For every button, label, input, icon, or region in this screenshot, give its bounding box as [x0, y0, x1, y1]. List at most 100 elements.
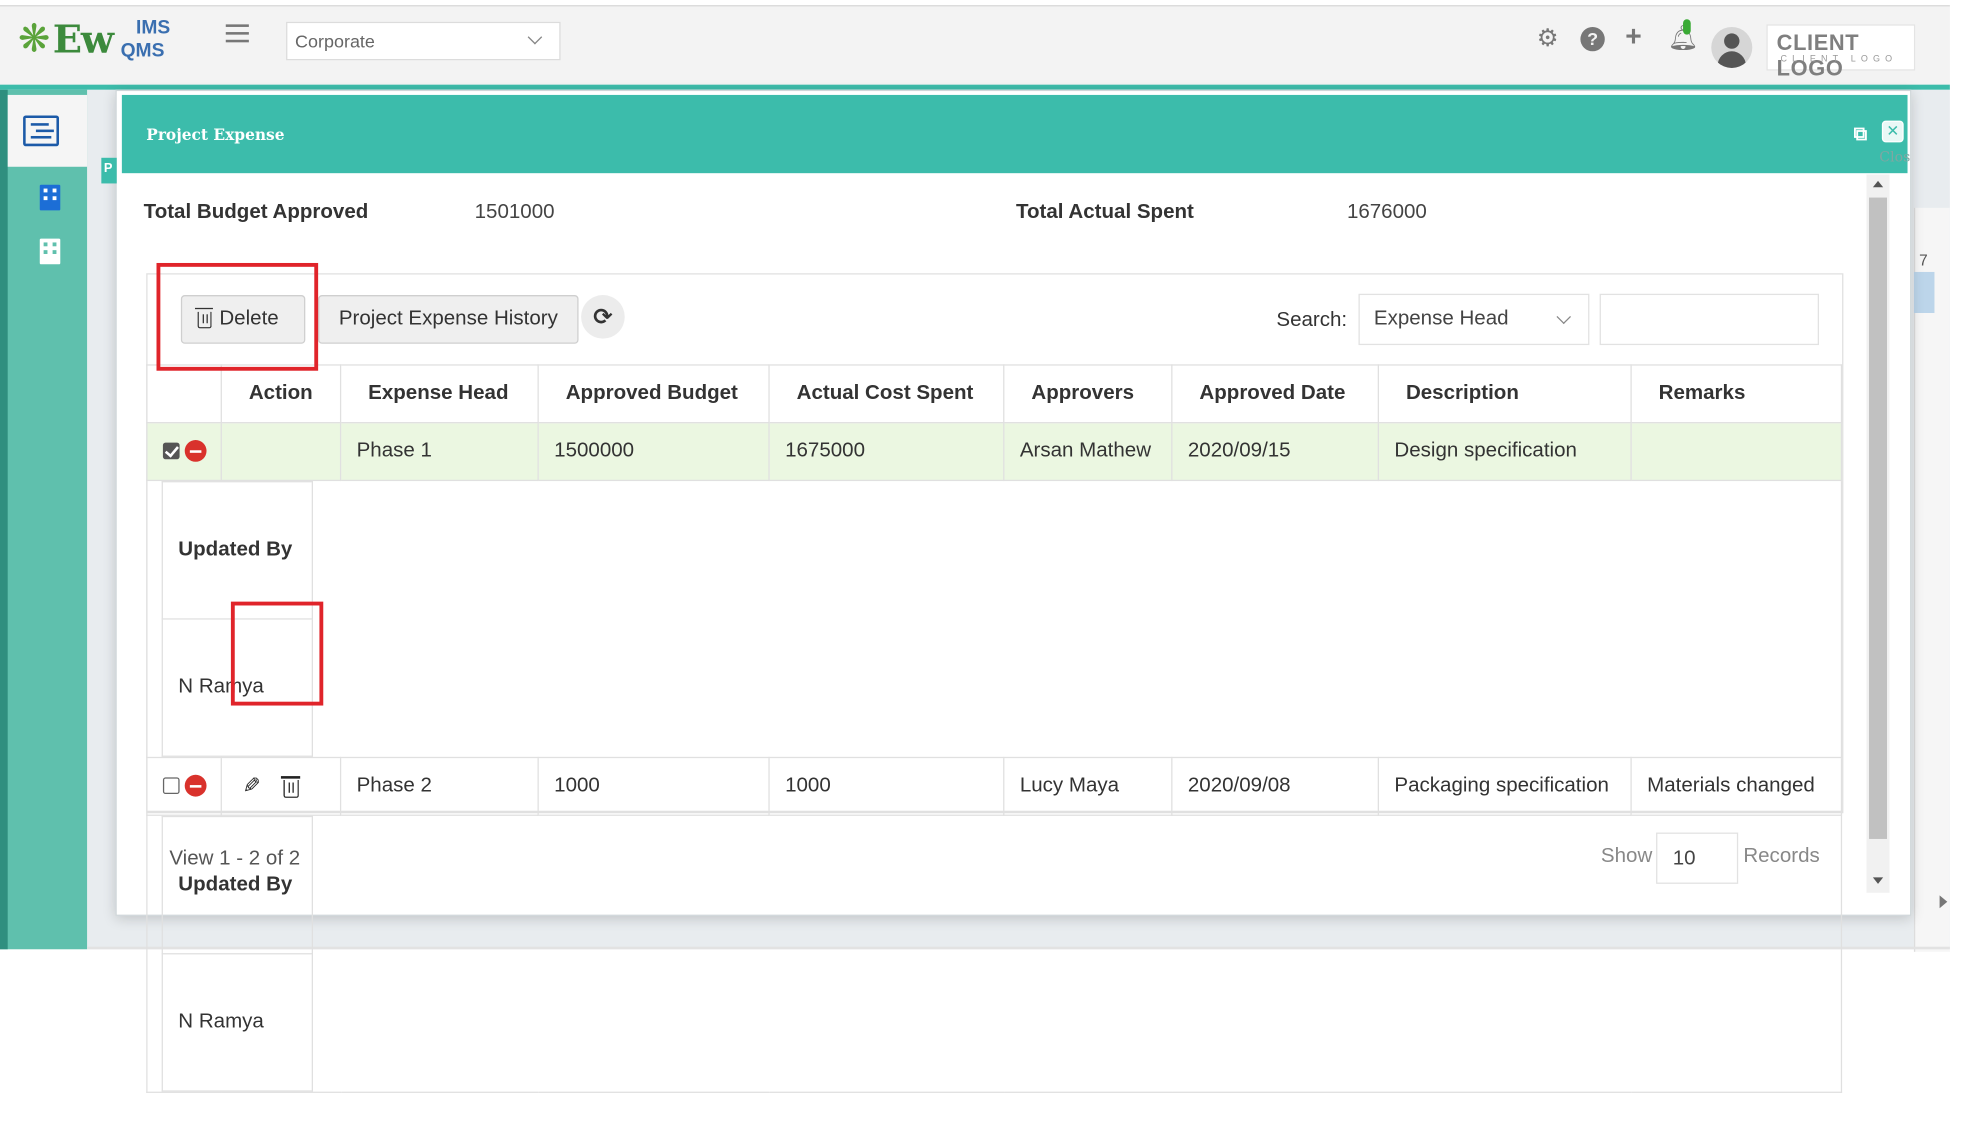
row-detail: Updated By N Ramya — [146, 479, 1843, 759]
scrollbar-thumb[interactable] — [1869, 197, 1887, 839]
office-icon[interactable] — [39, 238, 61, 265]
column-header[interactable]: Actual Cost Spent — [768, 364, 1005, 424]
cell-approved-budget: 1500000 — [537, 422, 770, 482]
expense-table: Action Expense Head Approved Budget Actu… — [146, 364, 1843, 1093]
background-panel — [1913, 207, 1950, 952]
avatar-body — [1717, 51, 1746, 68]
close-label: Clos — [1879, 148, 1911, 166]
cell-approved-date: 2020/09/08 — [1171, 756, 1380, 816]
modal-header: Project Expense ⧉ ✕ — [121, 94, 1908, 174]
logo-burst-icon: ❋ — [17, 17, 51, 61]
logo-qms-text: QMS — [120, 39, 165, 62]
table-header-row: Action Expense Head Approved Budget Actu… — [146, 364, 1843, 424]
column-header[interactable]: Remarks — [1630, 364, 1843, 424]
sidebar-edge — [0, 89, 8, 950]
highlight-box — [230, 601, 324, 706]
table-row[interactable]: Phase 1 1500000 1675000 Arsan Mathew 202… — [146, 422, 1843, 482]
spent-label: Total Actual Spent — [1015, 201, 1194, 224]
avatar[interactable] — [1711, 26, 1753, 68]
app-window: ❋ Ew IMS QMS Corporate ⚙ ? + 🔔︎ CLIENT L… — [0, 0, 1982, 1129]
scroll-right-icon[interactable] — [1939, 895, 1948, 909]
grid-footer-divider — [146, 812, 1844, 814]
cell-approved-budget: 1000 — [537, 756, 770, 816]
table-row[interactable]: ✎ Phase 2 1000 1000 Lucy Maya 2020/09/08… — [146, 756, 1843, 816]
highlight-box — [156, 262, 319, 371]
collapse-row-icon[interactable] — [184, 440, 207, 463]
row-select-cell — [146, 422, 222, 482]
modal-title: Project Expense — [146, 125, 285, 144]
cell-remarks: Materials changed — [1630, 756, 1843, 816]
cell-description: Packaging specification — [1377, 756, 1632, 816]
notification-dot — [1683, 19, 1691, 35]
updated-by-value: N Ramya — [161, 953, 314, 1092]
chevron-down-icon — [1556, 309, 1571, 325]
cell-remarks — [1630, 422, 1843, 482]
help-icon[interactable]: ? — [1580, 26, 1605, 52]
background-tab: P — [101, 157, 117, 184]
plus-icon[interactable]: + — [1625, 22, 1641, 51]
budget-label: Total Budget Approved — [143, 201, 369, 224]
modal-scrollbar[interactable] — [1866, 174, 1890, 893]
page-size-label: Show — [1600, 845, 1653, 868]
row-checkbox[interactable] — [162, 442, 180, 460]
client-logo: CLIENT LOGO CLIENT LOGO — [1766, 24, 1916, 81]
building-icon[interactable] — [39, 184, 61, 211]
list-icon[interactable] — [23, 115, 60, 147]
project-expense-modal: P Project Expense ⧉ ✕ Clos Total Budget … — [101, 89, 1912, 1093]
updated-by-header: Updated By — [161, 481, 314, 620]
spent-value: 1676000 — [1346, 201, 1427, 224]
row-detail-cell: Updated By N Ramya — [146, 479, 1843, 759]
left-sidebar — [0, 89, 88, 950]
cell-approvers: Arsan Mathew — [1003, 422, 1173, 482]
row-action-cell: ✎ — [220, 756, 342, 816]
menu-toggle-icon[interactable] — [225, 24, 249, 43]
search-field-value: Expense Head — [1373, 307, 1509, 330]
column-header[interactable]: Approved Date — [1171, 364, 1380, 424]
gear-icon[interactable]: ⚙ — [1537, 27, 1559, 51]
scroll-up-icon[interactable] — [1872, 180, 1884, 188]
column-header[interactable]: Expense Head — [339, 364, 539, 424]
client-logo-subtext: CLIENT LOGO — [1780, 55, 1898, 65]
row-detail-cell: Updated By N Ramya — [146, 814, 1843, 1093]
scroll-down-icon[interactable] — [1872, 877, 1884, 884]
refresh-icon[interactable]: ⟳ — [581, 295, 625, 339]
updated-by-header: Updated By — [161, 815, 314, 955]
pager-status: View 1 - 2 of 2 — [169, 847, 301, 870]
cell-expense-head: Phase 1 — [339, 422, 539, 482]
cell-description: Design specification — [1377, 422, 1632, 482]
logo-ims-text: IMS — [135, 16, 171, 39]
app-logo[interactable]: ❋ Ew IMS QMS — [17, 14, 170, 65]
history-button[interactable]: Project Expense History — [318, 295, 579, 344]
select-column-header — [146, 364, 222, 424]
cell-approved-date: 2020/09/15 — [1171, 422, 1380, 482]
column-header[interactable]: Action — [220, 364, 342, 424]
collapse-row-icon[interactable] — [184, 775, 207, 797]
cell-expense-head: Phase 2 — [339, 756, 539, 816]
close-icon[interactable]: ✕ — [1881, 120, 1904, 143]
popout-icon[interactable]: ⧉ — [1854, 123, 1868, 145]
cell-actual-cost: 1675000 — [768, 422, 1005, 482]
column-header[interactable]: Approved Budget — [537, 364, 770, 424]
row-action-cell — [220, 422, 342, 482]
row-detail: Updated By N Ramya — [146, 814, 1843, 1093]
search-input[interactable] — [1599, 293, 1820, 346]
top-header: ❋ Ew IMS QMS Corporate ⚙ ? + 🔔︎ CLIENT L… — [0, 5, 1950, 85]
background-number: 7 — [1919, 251, 1928, 270]
column-header[interactable]: Description — [1377, 364, 1632, 424]
cell-actual-cost: 1000 — [768, 756, 1005, 816]
delete-row-icon[interactable] — [281, 776, 301, 798]
logo-text: Ew — [52, 17, 114, 63]
edit-icon[interactable]: ✎ — [242, 774, 260, 800]
row-select-cell — [146, 756, 222, 816]
column-header[interactable]: Approvers — [1003, 364, 1173, 424]
site-select-value: Corporate — [295, 30, 375, 52]
page-size-value: 10 — [1672, 847, 1696, 870]
search-field-select[interactable]: Expense Head — [1358, 293, 1590, 346]
row-checkbox[interactable] — [162, 777, 180, 795]
chevron-down-icon — [527, 29, 543, 45]
history-button-label: Project Expense History — [338, 307, 558, 330]
page-size-input[interactable]: 10 — [1656, 832, 1739, 884]
cell-approvers: Lucy Maya — [1003, 756, 1173, 816]
site-select[interactable]: Corporate — [286, 21, 561, 61]
avatar-head — [1724, 33, 1740, 49]
